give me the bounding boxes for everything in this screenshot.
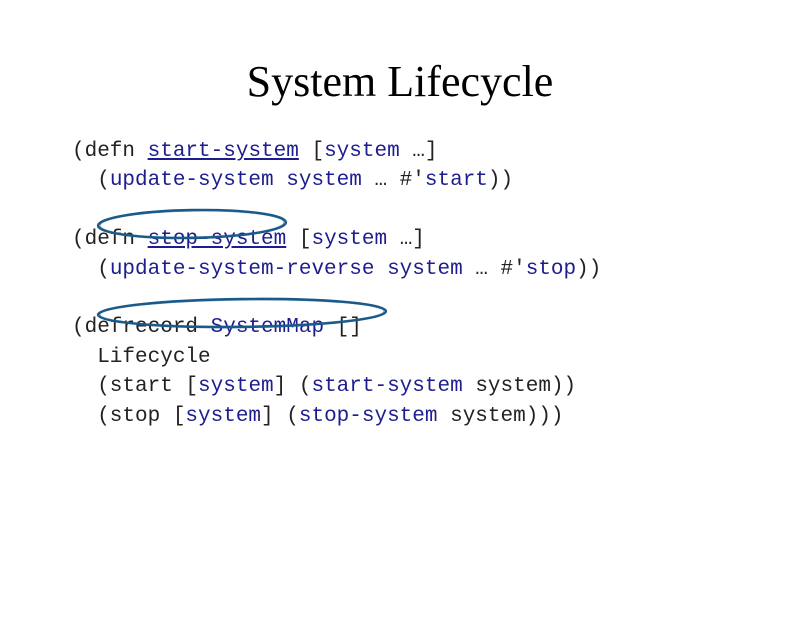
call-update-system: update-system [110,169,274,192]
line-8: Lifecycle [72,346,211,369]
call-start-system: start-system [311,375,462,398]
arg-system: system [475,375,551,398]
arg-system: system [198,375,274,398]
fn-name-start-system: start-system [148,140,299,163]
var-stop: stop [526,258,576,281]
var-start: start [425,169,488,192]
arg-system: system [324,140,400,163]
arg-system: system [286,169,362,192]
line-5: (update-system-reverse system … #'stop)) [72,258,601,281]
lifecycle-protocol: Lifecycle [72,346,211,369]
line-7: (defrecord SystemMap [] [72,316,362,339]
slide-title: System Lifecycle [0,0,800,137]
code-block: (defn start-system [system …] (update-sy… [0,137,800,431]
record-name-systemmap: SystemMap [211,316,324,339]
fn-name-stop-system: stop-system [148,228,287,251]
line-4: (defn stop-system [system …] [72,228,425,251]
arg-system: system [450,405,526,428]
line-2: (update-system system … #'start)) [72,169,513,192]
arg-system: system [311,228,387,251]
line-9: (start [system] (start-system system)) [72,375,576,398]
call-stop-system: stop-system [299,405,438,428]
call-update-system-reverse: update-system-reverse [110,258,375,281]
line-10: (stop [system] (stop-system system))) [72,405,564,428]
line-1: (defn start-system [system …] [72,140,438,163]
arg-system: system [185,405,261,428]
arg-system: system [387,258,463,281]
paren-open: (defn [72,140,148,163]
